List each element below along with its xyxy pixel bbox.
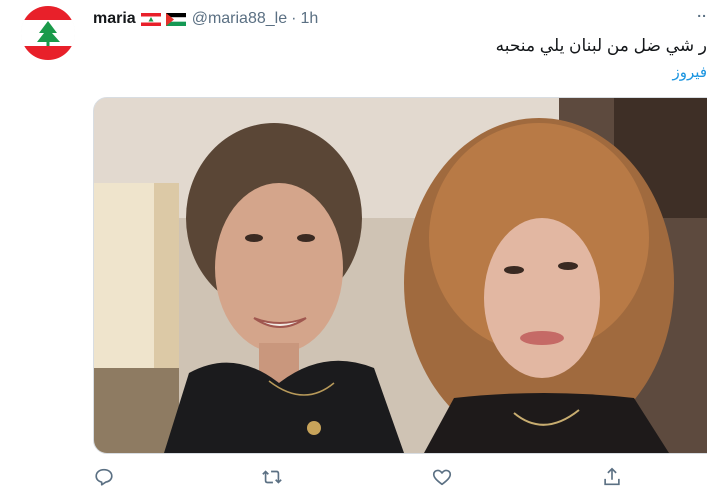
retweet-icon bbox=[262, 470, 282, 484]
tweet-photo[interactable] bbox=[93, 97, 707, 454]
lebanon-flag-icon bbox=[140, 12, 161, 26]
tweet-actions bbox=[93, 466, 707, 490]
more-options-button[interactable]: .. bbox=[697, 4, 707, 20]
lebanon-flag-avatar-icon bbox=[21, 6, 75, 60]
reply-button[interactable] bbox=[93, 466, 117, 490]
hashtag-link[interactable]: فيروز bbox=[673, 63, 707, 81]
author-handle[interactable]: @maria88_le bbox=[192, 10, 287, 28]
palestine-flag-icon bbox=[165, 12, 186, 26]
author-name[interactable]: maria bbox=[93, 10, 136, 28]
tweet-time[interactable]: 1h bbox=[300, 10, 318, 28]
heart-icon bbox=[432, 469, 452, 486]
retweet-button[interactable] bbox=[261, 466, 285, 490]
tweet-text: ر شي ضل من لبنان يلي منحبه bbox=[495, 36, 707, 55]
avatar[interactable] bbox=[21, 6, 75, 60]
reply-icon bbox=[95, 468, 113, 486]
share-button[interactable] bbox=[601, 466, 625, 490]
photo-two-women-image bbox=[94, 98, 707, 453]
tweet-card[interactable]: maria @maria88_le · 1h .. ر شي ضل من لبن… bbox=[0, 0, 707, 491]
share-icon bbox=[604, 467, 620, 486]
like-button[interactable] bbox=[431, 466, 455, 490]
separator-dot: · bbox=[291, 10, 297, 27]
tweet-header: maria @maria88_le · 1h bbox=[93, 8, 318, 30]
